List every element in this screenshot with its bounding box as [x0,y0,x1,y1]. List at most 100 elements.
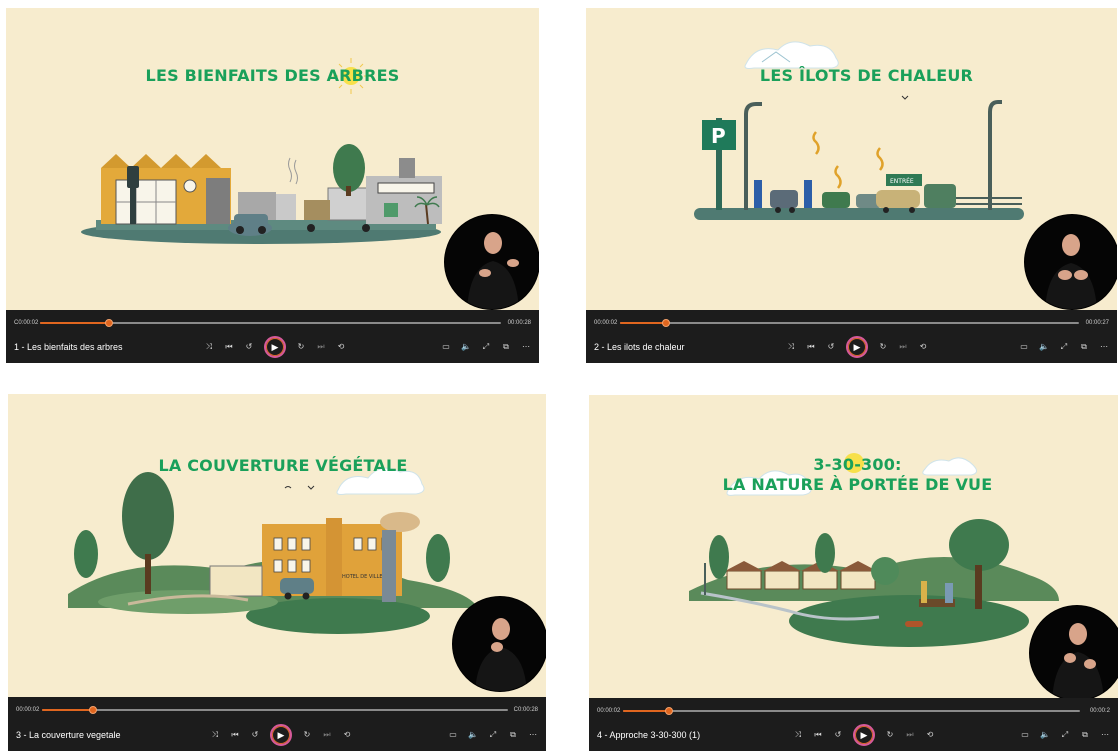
sign-language-interpreter-inset [1029,605,1118,698]
seek-track[interactable] [42,706,508,714]
fullscreen-icon[interactable]: ⤢ [1059,342,1069,352]
video-frame[interactable]: P ENTRÉE LES ÎLOTS DE CHALEUR [586,8,1117,310]
video-player-2: P ENTRÉE LES ÎLOTS DE CHALEUR 00:00:02 0… [586,8,1117,363]
video-player-1: LES BIENFAITS DES ARBRES C0:00:02 00:00:… [6,8,539,363]
more-options-icon[interactable]: ⋯ [1099,342,1109,352]
more-options-icon[interactable]: ⋯ [528,730,538,740]
sign-language-interpreter-inset [444,214,539,310]
total-time: 00:00:28 [507,320,531,326]
shuffle-icon[interactable]: ⤨ [210,730,220,740]
volume-icon[interactable]: 🔈 [468,730,478,740]
cast-icon[interactable]: ⧉ [501,342,511,352]
current-time: 00:00:02 [16,707,40,713]
cast-icon[interactable]: ⧉ [1079,342,1089,352]
total-time: 00:00:2 [1089,708,1110,714]
previous-icon[interactable]: ⏮ [224,342,234,352]
repeat-icon[interactable]: ⟲ [925,730,935,740]
play-button[interactable]: ▶ [846,336,868,358]
rewind-icon[interactable]: ↺ [244,342,254,352]
more-options-icon[interactable]: ⋯ [521,342,531,352]
repeat-icon[interactable]: ⟲ [336,342,346,352]
seek-track[interactable] [40,319,501,327]
seek-track[interactable] [623,707,1080,715]
fullscreen-icon[interactable]: ⤢ [481,342,491,352]
rewind-icon[interactable]: ↺ [833,730,843,740]
clip-title: 2 - Les ilots de chaleur [594,342,685,352]
video-frame[interactable]: LES BIENFAITS DES ARBRES [6,8,539,310]
miniplayer-icon[interactable]: ▭ [1020,730,1030,740]
sign-language-interpreter-inset [1024,214,1117,310]
seek-handle[interactable] [664,707,673,715]
seek-handle[interactable] [89,706,98,714]
seek-progress [40,322,110,324]
video-title-line: LES ÎLOTS DE CHALEUR [759,66,974,85]
miniplayer-icon[interactable]: ▭ [448,730,458,740]
repeat-icon[interactable]: ⟲ [918,342,928,352]
forward-icon[interactable]: ↻ [878,342,888,352]
building-sign-text: HOTEL DE VILLE [342,574,383,580]
next-icon[interactable]: ⏭ [898,342,908,352]
video-frame[interactable]: HOTEL DE VILLE LA COUVERTURE VÉGÉTALE [8,394,546,697]
shuffle-icon[interactable]: ⤨ [204,342,214,352]
volume-icon[interactable]: 🔈 [1039,342,1049,352]
play-icon: ▶ [860,729,868,740]
cast-icon[interactable]: ⧉ [508,730,518,740]
more-options-icon[interactable]: ⋯ [1100,730,1110,740]
seek-bar[interactable]: 00:00:02 00:00:2 [597,704,1110,718]
fullscreen-icon[interactable]: ⤢ [488,730,498,740]
shuffle-icon[interactable]: ⤨ [786,342,796,352]
entrance-sign-text: ENTRÉE [890,177,914,185]
volume-icon[interactable]: 🔈 [461,342,471,352]
cast-icon[interactable]: ⧉ [1080,730,1090,740]
seek-bar[interactable]: C0:00:02 00:00:28 [14,316,531,330]
player-options: ▭ 🔈 ⤢ ⧉ ⋯ [1020,728,1110,742]
previous-icon[interactable]: ⏮ [813,730,823,740]
video-title-line: LA NATURE À PORTÉE DE VUE [722,475,993,494]
player-options: ▭ 🔈 ⤢ ⧉ ⋯ [448,728,538,742]
next-icon[interactable]: ⏭ [905,730,915,740]
miniplayer-icon[interactable]: ▭ [1019,342,1029,352]
total-time: C0:00:28 [513,707,538,713]
seek-bar[interactable]: 00:00:02 00:00:27 [594,316,1109,330]
repeat-icon[interactable]: ⟲ [342,730,352,740]
forward-icon[interactable]: ↻ [296,342,306,352]
play-button[interactable]: ▶ [853,724,875,746]
seek-handle[interactable] [661,319,670,327]
fullscreen-icon[interactable]: ⤢ [1060,730,1070,740]
current-time: 00:00:02 [597,708,621,714]
forward-icon[interactable]: ↻ [885,730,895,740]
svg-text:P: P [711,124,726,148]
play-icon: ▶ [271,341,279,352]
playback-buttons: ⤨ ⏮ ↺ ▶ ↻ ⏭ ⟲ [204,336,346,358]
next-icon[interactable]: ⏭ [322,730,332,740]
video-player-3: HOTEL DE VILLE LA COUVERTURE VÉGÉTALE 00… [8,394,546,751]
playback-buttons: ⤨ ⏮ ↺ ▶ ↻ ⏭ ⟲ [786,336,928,358]
previous-icon[interactable]: ⏮ [230,730,240,740]
seek-track[interactable] [620,319,1079,327]
seek-progress [620,322,666,324]
player-options: ▭ 🔈 ⤢ ⧉ ⋯ [441,340,531,354]
miniplayer-icon[interactable]: ▭ [441,342,451,352]
play-button[interactable]: ▶ [264,336,286,358]
current-time: 00:00:02 [594,320,618,326]
playback-buttons: ⤨ ⏮ ↺ ▶ ↻ ⏭ ⟲ [793,724,935,746]
shuffle-icon[interactable]: ⤨ [793,730,803,740]
seek-progress [623,710,669,712]
rewind-icon[interactable]: ↺ [250,730,260,740]
video-title-line: 3-30-300: [813,455,902,474]
next-icon[interactable]: ⏭ [316,342,326,352]
volume-icon[interactable]: 🔈 [1040,730,1050,740]
play-button[interactable]: ▶ [270,724,292,746]
play-icon: ▶ [277,729,285,740]
rewind-icon[interactable]: ↺ [826,342,836,352]
video-title-line: LA COUVERTURE VÉGÉTALE [158,456,408,475]
forward-icon[interactable]: ↻ [302,730,312,740]
playback-buttons: ⤨ ⏮ ↺ ▶ ↻ ⏭ ⟲ [210,724,352,746]
video-frame[interactable]: 3-30-300: LA NATURE À PORTÉE DE VUE [589,395,1118,698]
clip-title: 4 - Approche 3-30-300 (1) [597,730,701,740]
previous-icon[interactable]: ⏮ [806,342,816,352]
seek-bar[interactable]: 00:00:02 C0:00:28 [16,703,538,717]
clip-title: 1 - Les bienfaits des arbres [14,342,123,352]
seek-progress [42,709,94,711]
seek-handle[interactable] [105,319,114,327]
